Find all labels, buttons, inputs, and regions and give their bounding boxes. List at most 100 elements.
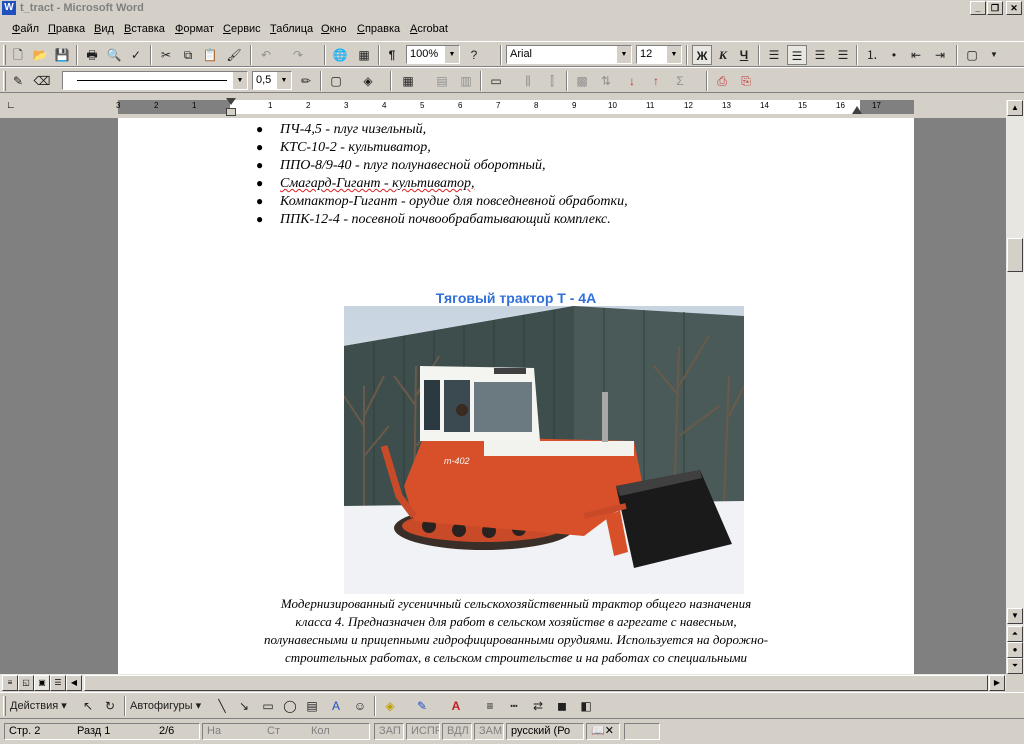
scroll-right-icon[interactable]: ▶ [989, 675, 1005, 691]
outline-view-icon[interactable]: ☰ [50, 675, 66, 691]
align-left-icon[interactable]: ☰ [764, 45, 784, 65]
acrobat-convert-icon[interactable]: ⎙ [712, 71, 732, 91]
numbering-icon[interactable]: ⒈ [862, 45, 882, 65]
word-app-icon[interactable]: W [2, 1, 16, 15]
actions-menu-button[interactable]: Действия ▾ [10, 696, 74, 716]
italic-button[interactable]: К [713, 45, 733, 65]
hyperlink-icon[interactable]: 🌐 [330, 45, 350, 65]
horizontal-scrollbar[interactable]: ≡ ◱ ▣ ☰ ◀ ▶ [0, 674, 1006, 691]
left-indent-marker[interactable] [226, 108, 236, 116]
next-page-icon[interactable]: ⏷ [1007, 658, 1023, 674]
text-box-icon[interactable]: ▤ [302, 696, 322, 716]
undo-icon[interactable]: ↶ [256, 45, 276, 65]
scroll-down-icon[interactable]: ▼ [1007, 608, 1023, 624]
sort-ascending-icon[interactable]: ↓ [622, 71, 642, 91]
list-item[interactable]: ● ПЧ-4,5 - плуг чизельный, [256, 122, 426, 138]
autosum-icon[interactable]: Σ [670, 71, 690, 91]
distribute-columns-icon[interactable]: ⫿ [542, 71, 562, 91]
chevron-down-icon[interactable]: ▼ [276, 72, 291, 89]
chevron-down-icon[interactable]: ▼ [616, 46, 631, 63]
help-icon[interactable]: ? [464, 45, 484, 65]
oval-icon[interactable]: ◯ [280, 696, 300, 716]
paste-icon[interactable]: 📋 [200, 45, 220, 65]
redo-icon[interactable]: ↷ [288, 45, 308, 65]
line-color-icon[interactable]: ✎ [412, 696, 432, 716]
eraser-icon[interactable]: ⌫ [32, 71, 52, 91]
list-item[interactable]: ● ППО-8/9-40 - плуг полунавесной оборотны… [256, 158, 546, 174]
align-top-icon[interactable]: ▭ [486, 71, 506, 91]
maximize-button[interactable]: ❐ [987, 1, 1003, 15]
3d-icon[interactable]: ◧ [576, 696, 596, 716]
toolbar-grip[interactable] [3, 71, 6, 91]
new-document-icon[interactable]: 🗋 [8, 45, 28, 65]
acrobat-email-icon[interactable]: ⎘ [736, 71, 756, 91]
insert-table-icon[interactable]: ▦ [398, 71, 418, 91]
format-painter-icon[interactable]: 🖌 [224, 45, 244, 65]
free-rotate-icon[interactable]: ↻ [100, 696, 120, 716]
status-extend[interactable]: ВДЛ [442, 723, 472, 740]
cut-icon[interactable]: ✂ [156, 45, 176, 65]
copy-icon[interactable]: ⧉ [178, 45, 198, 65]
change-text-direction-icon[interactable]: ⇅ [596, 71, 616, 91]
scroll-thumb[interactable] [1007, 238, 1023, 272]
outside-border-icon[interactable]: ▢ [326, 71, 346, 91]
print-layout-icon[interactable]: ▣ [34, 675, 50, 691]
autoshapes-menu-button[interactable]: Автофигуры ▾ [130, 696, 210, 716]
print-icon[interactable]: 🖶 [82, 45, 102, 65]
show-formatting-icon[interactable]: ¶ [382, 45, 402, 65]
align-center-icon[interactable]: ☰ [787, 45, 807, 65]
status-language[interactable]: русский (Ро [506, 723, 584, 740]
menu-edit[interactable]: Правка [48, 23, 85, 35]
line-icon[interactable]: ╲ [212, 696, 232, 716]
vertical-scrollbar[interactable]: ▲ ▼ ⏶ ● ⏷ [1006, 100, 1024, 674]
close-button[interactable]: ✕ [1006, 1, 1022, 15]
tab-selector[interactable]: ∟ [6, 100, 18, 112]
menu-window[interactable]: Окно [321, 23, 347, 35]
normal-view-icon[interactable]: ≡ [2, 675, 18, 691]
arrow-style-icon[interactable]: ⇄ [528, 696, 548, 716]
status-track-changes[interactable]: ИСПР [406, 723, 440, 740]
menu-file[interactable]: Файл [12, 23, 39, 35]
select-browse-object-icon[interactable]: ● [1007, 642, 1023, 658]
borders-icon[interactable]: ▢ [962, 45, 982, 65]
bullets-icon[interactable]: • [884, 45, 904, 65]
status-position[interactable]: На Ст Кол [202, 723, 370, 740]
tractor-photo[interactable]: т-402 [344, 306, 744, 594]
minimize-button[interactable]: _ [970, 1, 986, 15]
split-cells-icon[interactable]: ▥ [456, 71, 476, 91]
dash-style-icon[interactable]: ┅ [504, 696, 524, 716]
arrow-icon[interactable]: ↘ [234, 696, 254, 716]
table-icon[interactable]: ▦ [354, 45, 374, 65]
border-color-icon[interactable]: ✏ [296, 71, 316, 91]
print-preview-icon[interactable]: 🔍 [104, 45, 124, 65]
line-style-select[interactable]: ▼ [62, 71, 248, 90]
menu-insert[interactable]: Вставка [124, 23, 165, 35]
chevron-down-icon[interactable]: ▼ [444, 46, 459, 63]
insert-clipart-icon[interactable]: ☺ [350, 696, 370, 716]
web-layout-icon[interactable]: ◱ [18, 675, 34, 691]
toolbar-grip[interactable] [3, 45, 6, 65]
draw-table-pencil-icon[interactable]: ✎ [8, 71, 28, 91]
document-page[interactable]: ● ПЧ-4,5 - плуг чизельный, ● КТС-10-2 - ку… [118, 118, 914, 674]
status-record-macro[interactable]: ЗАП [374, 723, 404, 740]
font-color-icon[interactable]: A [446, 696, 466, 716]
menu-table[interactable]: Таблица [270, 23, 313, 35]
fill-color-icon[interactable]: ◈ [380, 696, 400, 716]
list-item[interactable]: ● Компактор-Гигант - орудие для повседнев… [256, 194, 628, 210]
scroll-up-icon[interactable]: ▲ [1007, 100, 1023, 116]
save-icon[interactable]: 💾 [52, 45, 72, 65]
distribute-rows-icon[interactable]: ⫼ [518, 71, 538, 91]
previous-page-icon[interactable]: ⏶ [1007, 626, 1023, 642]
table-autoformat-icon[interactable]: ▩ [572, 71, 592, 91]
status-overtype[interactable]: ЗАМ [474, 723, 504, 740]
status-page-section[interactable]: Стр. 2 Разд 1 2/6 [4, 723, 200, 740]
font-select[interactable]: Arial ▼ [506, 45, 632, 64]
bold-button[interactable]: Ж [692, 45, 712, 65]
shadow-icon[interactable]: ◼ [552, 696, 572, 716]
align-right-icon[interactable]: ☰ [810, 45, 830, 65]
wordart-icon[interactable]: A [326, 696, 346, 716]
spelling-icon[interactable]: ✓ [126, 45, 146, 65]
merge-cells-icon[interactable]: ▤ [432, 71, 452, 91]
decrease-indent-icon[interactable]: ⇤ [906, 45, 926, 65]
menu-tools[interactable]: Сервис [223, 23, 261, 35]
